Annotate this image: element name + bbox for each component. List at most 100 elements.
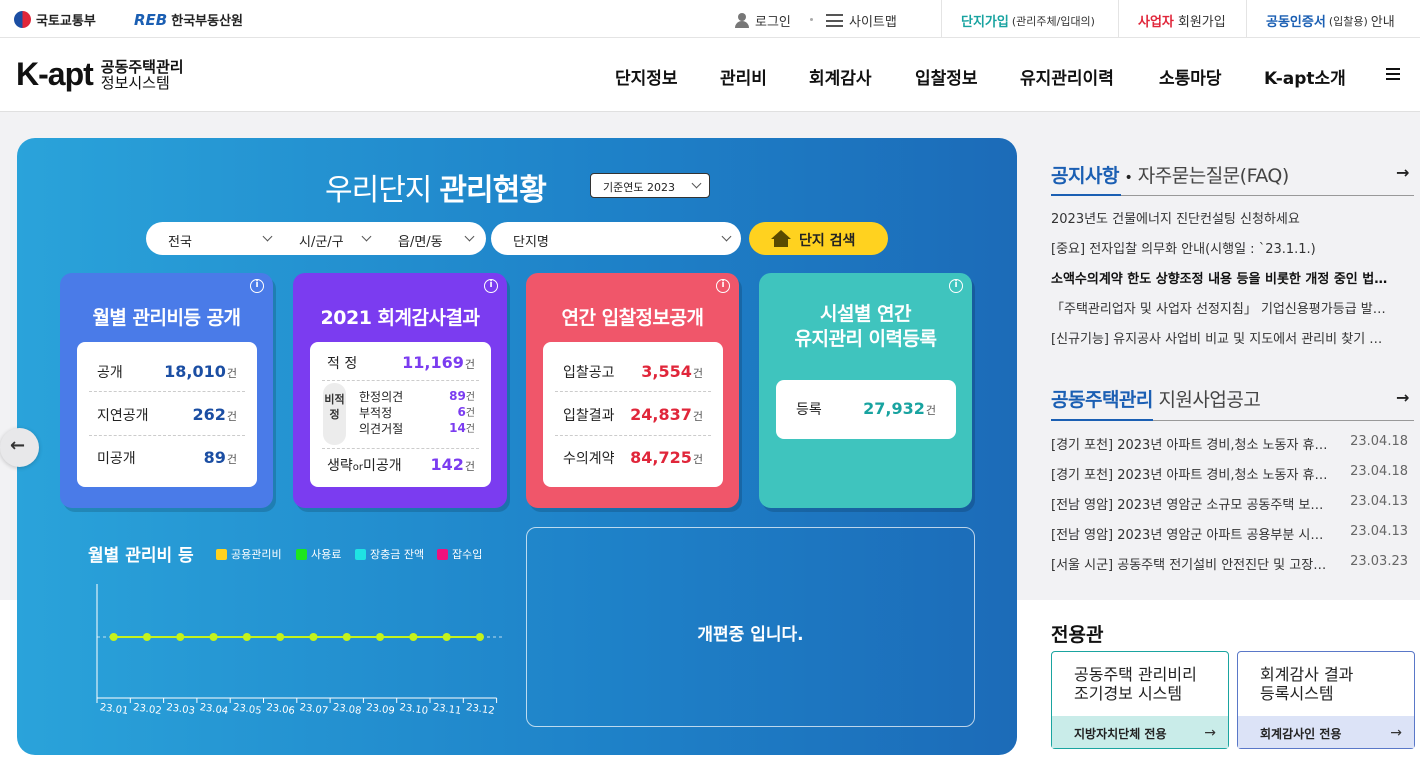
- data-point: [475, 633, 484, 641]
- audit-stats: 적 정 11,169건 비적정 한정의견 89건 부적정 6건 의견거절 14건 생략o…: [310, 342, 491, 487]
- reb-logo-mark: REB: [134, 10, 168, 29]
- card-bid-info[interactable]: i 연간 입찰정보공개 입찰공고 3,554건 입찰결과 24,837건 수의계약 8…: [526, 273, 739, 508]
- x-tick-label: 23.01: [99, 702, 129, 717]
- data-point: [109, 633, 118, 641]
- arrow-right-icon: →: [1390, 725, 1402, 741]
- divider: [1246, 0, 1247, 38]
- x-tick-label: 23.04: [199, 702, 229, 717]
- legend-common-fee: 공용관리비: [216, 546, 282, 562]
- nav-community[interactable]: 소통마당: [1159, 64, 1222, 89]
- legend-usage-fee: 사용료: [296, 546, 341, 562]
- notice-item[interactable]: 2023년도 건물에너지 진단컨설팅 신청하세요: [1051, 208, 1391, 227]
- x-tick-label: 23.11: [432, 702, 462, 717]
- support-item[interactable]: [전남 영암] 2023년 영암군 아파트 공용부분 시설 지원사업23.04.…: [1051, 524, 1414, 547]
- x-tick-label: 23.06: [266, 702, 296, 717]
- info-icon[interactable]: i: [949, 279, 963, 293]
- x-tick-label: 23.07: [299, 702, 329, 717]
- support-item[interactable]: [경기 포천] 2023년 아파트 경비,청소 노동자 휴게시설 개선 지원사업…: [1051, 434, 1414, 457]
- notice-more-arrow-icon[interactable]: →: [1396, 163, 1409, 182]
- city-select[interactable]: 시/군/구: [299, 231, 372, 250]
- support-heading: 공동주택관리 지원사업공고: [1051, 389, 1261, 411]
- data-point: [142, 633, 151, 641]
- nav-bid-info[interactable]: 입찰정보: [915, 64, 978, 89]
- data-point: [176, 633, 185, 641]
- menu-icon[interactable]: [1386, 68, 1400, 80]
- x-tick-label: 23.05: [232, 702, 262, 717]
- separator-dot: [810, 18, 813, 21]
- support-item[interactable]: [서울 시군] 공동주택 전기설비 안전진단 및 고장수리 지원23.03.23: [1051, 554, 1414, 577]
- data-point: [309, 633, 318, 641]
- card-monthly-fee[interactable]: i 월별 관리비등 공개 공개 18,010건 지연공개 262건 미공개 89건: [60, 273, 273, 508]
- notice-item[interactable]: [신규기능] 유지공사 사업비 비교 및 지도에서 관리비 찾기 기능 추가: [1051, 328, 1391, 347]
- tab-notice[interactable]: 공지사항: [1051, 165, 1119, 187]
- nav-maintenance-history[interactable]: 유지관리이력: [1020, 64, 1114, 89]
- arrow-right-icon: →: [1204, 725, 1216, 741]
- nav-complex-info[interactable]: 단지정보: [615, 64, 678, 89]
- molit-logo[interactable]: 국토교통부: [14, 10, 96, 29]
- notice-tabs: 공지사항 • 자주묻는질문(FAQ): [1051, 165, 1290, 187]
- complex-name-select[interactable]: 단지명: [491, 222, 741, 255]
- x-tick-label: 23.09: [365, 702, 395, 717]
- bid-stats: 입찰공고 3,554건 입찰결과 24,837건 수의계약 84,725건: [543, 342, 723, 487]
- legend-reserve-balance: 장충금 잔액: [355, 546, 424, 562]
- card-audit-result[interactable]: i 2021 회계감사결과 적 정 11,169건 비적정 한정의견 89건 부적정…: [293, 273, 507, 508]
- person-icon: [735, 13, 749, 28]
- facility-stats: 등록 27,932건: [776, 380, 956, 439]
- monthly-fee-chart: 23.01 23.02 23.03 23.04 23.05 23.06 23.07 23.08…: [96, 584, 505, 717]
- data-point: [342, 633, 351, 641]
- sitemap-link[interactable]: 사이트맵: [826, 11, 897, 30]
- x-tick-label: 23.08: [332, 702, 362, 717]
- notice-item[interactable]: 소액수의계약 한도 상향조정 내용 등을 비롯한 개정 중인 법령 안내: [1051, 268, 1391, 287]
- main-header: K-apt 공동주택관리 정보시스템 단지정보 관리비 회계감사 입찰정보 유지관…: [0, 38, 1420, 112]
- chevron-down-icon: [721, 231, 732, 242]
- molit-emblem-icon: [14, 11, 31, 28]
- divider: [941, 0, 942, 38]
- x-tick-label: 23.12: [465, 702, 495, 717]
- early-warning-system-box[interactable]: 공동주택 관리비리 조기경보 시스템 지방자치단체 전용 →: [1051, 651, 1229, 749]
- reb-logo[interactable]: REB 한국부동산원: [134, 10, 243, 30]
- house-icon: [771, 230, 791, 248]
- card-facility-maintenance[interactable]: i 시설별 연간 유지관리 이력등록 등록 27,932건: [759, 273, 972, 508]
- list-icon: [826, 14, 843, 27]
- complex-search-button[interactable]: 단지 검색: [749, 222, 888, 255]
- data-point: [409, 633, 418, 641]
- certificate-link[interactable]: 공동인증서 (입찰용) 안내: [1266, 11, 1395, 31]
- login-link[interactable]: 로그인: [735, 11, 791, 30]
- nav-about[interactable]: K-apt소개: [1264, 64, 1346, 89]
- nav-management-fee[interactable]: 관리비: [720, 64, 767, 89]
- k-apt-logo[interactable]: K-apt 공동주택관리 정보시스템: [16, 56, 184, 93]
- year-select[interactable]: 기준연도 2023: [590, 173, 710, 198]
- town-select[interactable]: 읍/면/동: [398, 231, 475, 250]
- data-point: [242, 633, 251, 641]
- x-tick-label: 23.02: [132, 702, 162, 717]
- audit-registration-system-box[interactable]: 회계감사 결과 등록시스템 회계감사인 전용 →: [1237, 651, 1415, 749]
- support-more-arrow-icon[interactable]: →: [1396, 388, 1409, 407]
- fee-stats: 공개 18,010건 지연공개 262건 미공개 89건: [77, 342, 257, 487]
- data-point: [376, 633, 385, 641]
- x-tick-label: 23.03: [166, 702, 196, 717]
- nav-accounting-audit[interactable]: 회계감사: [809, 64, 872, 89]
- info-icon[interactable]: i: [484, 279, 498, 293]
- top-bar: 국토교통부 REB 한국부동산원 로그인 사이트맵 단지가입 (관리주체/입대의) …: [0, 0, 1420, 38]
- join-business-link[interactable]: 사업자 회원가입: [1138, 11, 1226, 30]
- tab-faq[interactable]: 자주묻는질문(FAQ): [1138, 165, 1290, 187]
- data-point: [276, 633, 285, 641]
- join-complex-link[interactable]: 단지가입 (관리주체/입대의): [961, 11, 1095, 31]
- brand-subtitle: 공동주택관리 정보시스템: [100, 57, 184, 92]
- x-tick-label: 23.10: [399, 702, 429, 717]
- legend-misc-income: 잡수입: [437, 546, 482, 562]
- under-construction-box: 개편중 입니다.: [526, 527, 975, 727]
- audit-sub-list: 한정의견 89건 부적정 6건 의견거절 14건: [359, 389, 475, 436]
- divider: [1118, 0, 1119, 38]
- notice-item[interactable]: [중요] 전자입찰 의무화 안내(시행일 : `23.1.1.): [1051, 238, 1391, 257]
- non-proper-label: 비적정: [323, 383, 346, 445]
- support-item[interactable]: [경기 포천] 2023년 아파트 경비,청소 노동자 휴게시설 개선 지원사업…: [1051, 464, 1414, 487]
- region-select[interactable]: 전국: [168, 231, 273, 250]
- notice-item[interactable]: 「주택관리업자 및 사업자 선정지침」 기업신용평가등급 발급기관 확대 안내: [1051, 298, 1391, 317]
- info-icon[interactable]: i: [716, 279, 730, 293]
- chart-title: 월별 관리비 등: [88, 546, 194, 566]
- info-icon[interactable]: i: [250, 279, 264, 293]
- prev-slide-button[interactable]: [0, 428, 39, 467]
- support-item[interactable]: [전남 영암] 2023년 영암군 소규모 공동주택 보조금 지원사업23.04…: [1051, 494, 1414, 517]
- chevron-down-icon: [691, 178, 702, 189]
